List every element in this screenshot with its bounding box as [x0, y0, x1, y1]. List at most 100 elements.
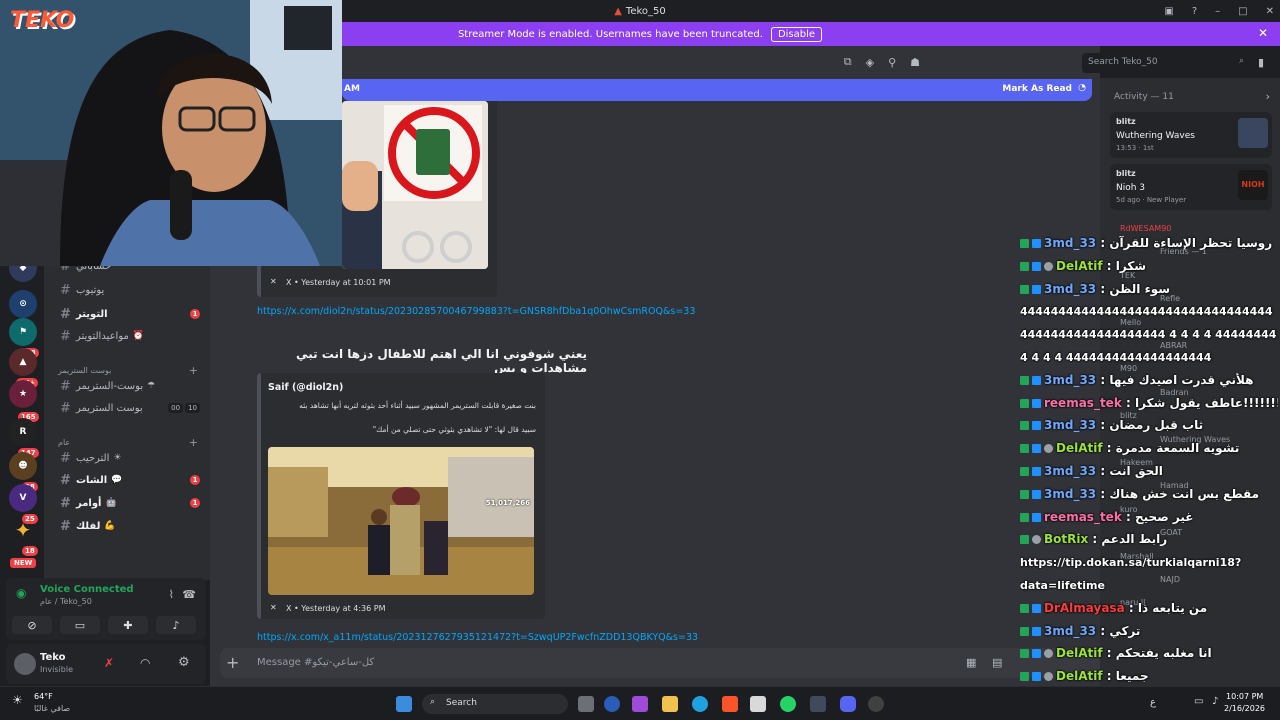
channel-item[interactable]: # بوست-الستريمر ☂	[60, 377, 200, 395]
close-button[interactable]: ✕	[1266, 6, 1274, 17]
activities-button[interactable]: ✚	[108, 616, 148, 634]
headphones-icon[interactable]: ◠	[140, 656, 150, 670]
username[interactable]: Teko	[40, 652, 66, 663]
settings-gear-icon[interactable]: ⚙	[178, 655, 190, 670]
channel-item[interactable]: # مواعيدالتويتر ⏰	[60, 327, 200, 345]
server-icon[interactable]: ★	[9, 380, 37, 408]
disconnect-icon[interactable]: ☎	[182, 588, 196, 601]
attach-plus-icon[interactable]: +	[226, 653, 239, 672]
overlay-message: انا مغلبه يفتحكم	[1115, 646, 1212, 661]
camera-off-button[interactable]: ⊘	[12, 616, 52, 634]
hash-icon: #	[60, 378, 71, 394]
search-input[interactable]: Search Teko_50 ⌕	[1082, 53, 1250, 73]
server-icon[interactable]: ⊙	[9, 290, 37, 318]
task-view-icon[interactable]	[578, 696, 594, 712]
channel-item[interactable]: # الشات 💬 1	[60, 471, 200, 489]
inbox-icon[interactable]: ▮	[1258, 56, 1264, 69]
members-icon[interactable]: ☗	[910, 56, 920, 69]
edge-icon[interactable]	[692, 696, 708, 712]
threads-icon[interactable]: ⧉	[844, 55, 852, 69]
channel-name: بوست-الستريمر	[76, 380, 144, 392]
overlay-message: data=lifetime	[1020, 579, 1105, 592]
app-icon[interactable]	[810, 696, 826, 712]
weather-icon[interactable]: ☀	[12, 693, 23, 707]
member-name[interactable]: RdWESAM90	[1120, 224, 1171, 233]
embed-2-image[interactable]: 51,017,266	[268, 447, 534, 595]
disable-streamer-button[interactable]: Disable	[770, 26, 823, 42]
add-channel-icon[interactable]: +	[189, 364, 198, 377]
server-badge: 18	[22, 546, 38, 556]
tweet-link-2[interactable]: https://x.com/x_a11m/status/202312762793…	[257, 632, 698, 643]
voice-status[interactable]: Voice Connected	[40, 584, 134, 595]
moderator-badge-icon	[1020, 398, 1029, 408]
activity-card[interactable]: blitz Nioh 3 5d ago · New Player NIOH	[1110, 164, 1272, 210]
mic-muted-icon[interactable]: ✗	[104, 656, 114, 670]
channel-item[interactable]: # التويتر 1	[60, 305, 200, 323]
bell-icon[interactable]: ◈	[866, 56, 874, 69]
whatsapp-icon[interactable]	[780, 696, 796, 712]
chevron-right-icon[interactable]: ›	[1266, 90, 1270, 103]
volume-icon[interactable]: ♪	[1212, 696, 1218, 707]
message-composer[interactable]: + Message #كل-ساعي-تيكو ▦ ▤	[220, 648, 1100, 678]
voice-channel[interactable]: عام / Teko_50	[40, 597, 92, 606]
gif-icon[interactable]: ▤	[992, 656, 1002, 669]
new-messages-bar[interactable]: AM Mark As Read ◔	[342, 79, 1092, 101]
mark-as-read-button[interactable]: Mark As Read	[1002, 84, 1072, 94]
server-icon[interactable]: V	[9, 484, 37, 512]
overlay-username: DelAtif	[1056, 646, 1103, 661]
overlay-username: BotRix	[1044, 532, 1089, 547]
copilot-icon[interactable]	[632, 696, 648, 712]
channel-item[interactable]: # الترحيب ☀	[60, 449, 200, 467]
maximize-button[interactable]: □	[1238, 6, 1247, 17]
screen-share-button[interactable]: ▭	[60, 616, 100, 634]
moderator-badge-icon	[1020, 603, 1029, 613]
category-label[interactable]: بوست الستريمر	[58, 366, 111, 375]
widgets-icon[interactable]	[604, 696, 620, 712]
embed-2-author[interactable]: Saif (@diol2n)	[268, 382, 343, 393]
windows-start-icon[interactable]	[396, 696, 412, 712]
channel-item[interactable]: # لفلك 💪	[60, 517, 200, 535]
file-explorer-icon[interactable]	[662, 696, 678, 712]
app-icon[interactable]	[868, 696, 884, 712]
avatar[interactable]	[14, 653, 36, 675]
signal-icon[interactable]: ◉	[16, 586, 26, 600]
moderator-badge-icon	[1020, 672, 1029, 682]
inbox-icon[interactable]: ▣	[1164, 6, 1173, 17]
star-server-icon[interactable]: ✦	[9, 516, 37, 544]
discord-icon[interactable]	[840, 696, 856, 712]
moderator-badge-icon	[1020, 444, 1029, 454]
server-icon[interactable]: ⚑	[9, 318, 37, 346]
channel-item[interactable]: # يوتيوب	[60, 281, 200, 299]
network-icon[interactable]: ▭	[1194, 696, 1203, 707]
embed-1-image[interactable]	[342, 101, 488, 269]
weather-desc[interactable]: صافي غالبًا	[34, 704, 70, 713]
clock-date[interactable]: 2/16/2026	[1224, 704, 1265, 713]
channel-item[interactable]: # أوامر 🤖 1	[60, 494, 200, 512]
brave-icon[interactable]	[722, 696, 738, 712]
channel-item[interactable]: # بوست الستريمر 00 10	[60, 399, 200, 417]
user-status[interactable]: Invisible	[40, 665, 73, 674]
category-label[interactable]: عام	[58, 438, 70, 447]
keyboard-language[interactable]: ع	[1150, 697, 1156, 708]
pin-icon[interactable]: ⚲	[888, 56, 896, 69]
activity-card[interactable]: blitz Wuthering Waves 13:53 · 1st	[1110, 112, 1272, 158]
gift-icon[interactable]: ▦	[966, 656, 976, 669]
server-icon[interactable]: ▲	[9, 348, 37, 376]
soundboard-button[interactable]: ♪	[156, 616, 196, 634]
overlay-message: روسيا تحظر الإساءة للقرآن	[1109, 236, 1273, 250]
add-channel-icon[interactable]: +	[189, 436, 198, 449]
close-icon[interactable]: ✕	[1258, 26, 1268, 40]
minimize-button[interactable]: –	[1215, 6, 1220, 17]
taskbar-search[interactable]: ⌕ Search	[422, 694, 568, 714]
channel-name: التويتر	[76, 308, 108, 320]
sub-badge-icon	[1032, 467, 1041, 476]
help-icon[interactable]: ?	[1192, 6, 1197, 17]
server-icon[interactable]: ☻	[9, 452, 37, 480]
weather-temp[interactable]: 64°F	[34, 692, 53, 701]
tweet-link-1[interactable]: https://x.com/diol2n/status/202302857004…	[257, 306, 695, 317]
store-icon[interactable]	[750, 696, 766, 712]
chat-header-toolbar: ⧉ ◈ ⚲ ☗	[342, 50, 1100, 74]
noise-suppression-icon[interactable]: ⌇	[169, 588, 174, 601]
server-icon[interactable]: R	[9, 418, 37, 446]
clock-time[interactable]: 10:07 PM	[1226, 692, 1263, 701]
